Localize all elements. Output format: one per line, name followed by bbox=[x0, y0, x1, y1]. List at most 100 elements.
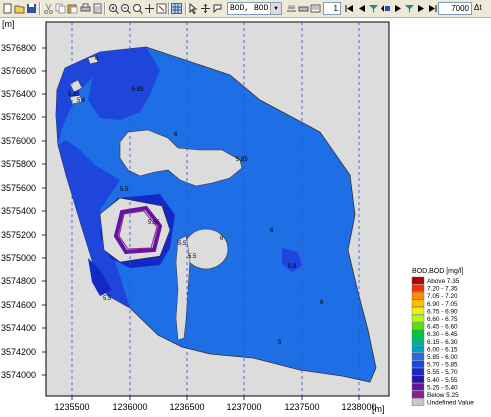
x-tick-label: 1237000 bbox=[226, 402, 261, 412]
map-plot[interactable]: 6 5.85 5.85 5.6 6 5.85 5.5 5.85 5.5 5.5 … bbox=[0, 18, 491, 417]
legend-label: Above 7.35 bbox=[427, 278, 460, 285]
legend-label: 7.05 - 7.20 bbox=[427, 293, 458, 300]
delta-t-label[interactable]: Δt bbox=[474, 3, 482, 12]
legend-label: 5.85 - 6.00 bbox=[427, 354, 458, 361]
legend-swatch bbox=[411, 368, 425, 376]
contour-label: 5.85 bbox=[148, 220, 160, 226]
contour-label: 5.6 bbox=[77, 98, 86, 104]
zoom-extent-icon[interactable] bbox=[132, 3, 143, 14]
legend-label: 5.55 - 5.70 bbox=[427, 369, 458, 376]
legend-label: 6.45 - 6.60 bbox=[427, 324, 458, 331]
open-icon[interactable] bbox=[14, 3, 25, 14]
paste-icon[interactable] bbox=[67, 3, 78, 14]
legend-label: 6.30 - 6.45 bbox=[427, 331, 458, 338]
legend-swatch bbox=[411, 322, 425, 330]
y-tick-label: 3576600 bbox=[1, 66, 36, 76]
filter-icon[interactable] bbox=[368, 3, 379, 14]
legend-swatch bbox=[411, 299, 425, 307]
y-tick-label: 3574400 bbox=[1, 323, 36, 333]
y-tick-label: 3574200 bbox=[1, 347, 36, 357]
previous-icon[interactable] bbox=[356, 3, 367, 14]
legend-swatch bbox=[411, 292, 425, 300]
legend-label: 6.15 - 6.30 bbox=[427, 339, 458, 346]
x-tick-label: 1236500 bbox=[169, 402, 204, 412]
y-tick-label: 3574000 bbox=[1, 370, 36, 380]
zoom-field[interactable]: 7000 bbox=[438, 2, 472, 15]
legend-swatch bbox=[411, 352, 425, 361]
contour-label: 5.5 bbox=[120, 187, 129, 193]
y-tick-label: 3575000 bbox=[1, 253, 36, 263]
copy-icon[interactable] bbox=[55, 3, 66, 14]
timestep-field[interactable]: 1 bbox=[323, 2, 341, 15]
settings-icon[interactable] bbox=[156, 3, 167, 14]
legend-swatch bbox=[411, 307, 425, 315]
properties-icon[interactable] bbox=[310, 3, 321, 14]
first-icon[interactable] bbox=[344, 3, 355, 14]
zoom-in-icon[interactable] bbox=[108, 3, 119, 14]
legend-swatch bbox=[411, 360, 425, 368]
contour-label: 5.85 bbox=[132, 87, 144, 93]
page-setup-icon[interactable] bbox=[92, 3, 103, 14]
legend-title: BOD,BOD [mg/l] bbox=[412, 268, 463, 275]
last-icon[interactable] bbox=[427, 3, 438, 14]
y-tick-label: 3574600 bbox=[1, 300, 36, 310]
play-icon[interactable] bbox=[392, 3, 403, 14]
legend: BOD,BOD [mg/l] Above 7.357.20 - 7.357.05… bbox=[411, 268, 474, 407]
legend-label: 6.60 - 6.75 bbox=[427, 316, 458, 323]
contour-label: 5.5 bbox=[178, 241, 187, 247]
y-tick-label: 3575800 bbox=[1, 159, 36, 169]
legend-swatch bbox=[411, 383, 425, 391]
contour-label: 5.5 bbox=[188, 254, 197, 260]
x-tick-label: 1237500 bbox=[284, 402, 319, 412]
zoom-out-icon[interactable] bbox=[120, 3, 131, 14]
legend-swatch bbox=[411, 337, 425, 345]
y-tick-label: 3576000 bbox=[1, 136, 36, 146]
contour-label: 5.85 bbox=[236, 157, 248, 163]
legend-label: 7.20 - 7.35 bbox=[427, 286, 458, 293]
contour-label: 5.5 bbox=[103, 296, 112, 302]
legend-swatch bbox=[411, 276, 425, 285]
new-icon[interactable] bbox=[2, 3, 13, 14]
item-selector-value: BOD, BOD bbox=[230, 4, 269, 13]
pointer-icon[interactable] bbox=[286, 3, 297, 14]
grid-icon[interactable] bbox=[171, 3, 182, 14]
cut-icon[interactable] bbox=[43, 3, 54, 14]
y-tick-label: 3575600 bbox=[1, 183, 36, 193]
select-icon[interactable] bbox=[212, 3, 223, 14]
x-tick-label: 1238000 bbox=[341, 402, 376, 412]
printer-icon[interactable] bbox=[298, 3, 309, 14]
legend-label: Below 5.25 bbox=[427, 392, 459, 399]
legend-label: 6.75 - 6.90 bbox=[427, 308, 458, 315]
chevron-down-icon[interactable]: ▼ bbox=[270, 3, 281, 14]
contour-label: 5.8 bbox=[288, 264, 297, 270]
print-icon[interactable] bbox=[80, 3, 91, 14]
y-axis: 3576800 3576600 3576400 3576200 3576000 … bbox=[1, 43, 46, 380]
y-tick-label: 3574800 bbox=[1, 276, 36, 286]
legend-swatch bbox=[411, 375, 425, 383]
legend-swatch bbox=[411, 284, 425, 292]
item-selector[interactable]: BOD, BOD ▼ bbox=[227, 2, 282, 15]
legend-label: 5.25 - 5.40 bbox=[427, 384, 458, 391]
y-tick-label: 3576800 bbox=[1, 43, 36, 53]
y-tick-label: 3576200 bbox=[1, 112, 36, 122]
legend-label: 5.70 - 5.85 bbox=[427, 362, 458, 369]
arrow-icon[interactable] bbox=[188, 3, 199, 14]
legend-swatch bbox=[411, 345, 425, 353]
legend-swatch bbox=[411, 314, 425, 323]
x-axis: 1235500 1236000 1236500 1237000 1237500 … bbox=[54, 396, 377, 412]
pause-icon[interactable] bbox=[404, 3, 415, 14]
x-tick-label: 1236000 bbox=[112, 402, 147, 412]
save-icon[interactable] bbox=[26, 3, 37, 14]
y-axis-unit: [m] bbox=[2, 19, 15, 29]
pan-icon[interactable] bbox=[144, 3, 155, 14]
toolbar: BOD, BOD ▼ 1 7000 Δt bbox=[0, 0, 491, 18]
legend-swatch bbox=[411, 330, 425, 338]
y-tick-label: 3575400 bbox=[1, 206, 36, 216]
stop-icon[interactable] bbox=[380, 3, 391, 14]
move-icon[interactable] bbox=[200, 3, 211, 14]
next-icon[interactable] bbox=[416, 3, 427, 14]
legend-label: 6.00 - 6.15 bbox=[427, 346, 458, 353]
x-tick-label: 1235500 bbox=[54, 402, 89, 412]
island-round bbox=[183, 228, 229, 270]
y-tick-label: 3575200 bbox=[1, 230, 36, 240]
